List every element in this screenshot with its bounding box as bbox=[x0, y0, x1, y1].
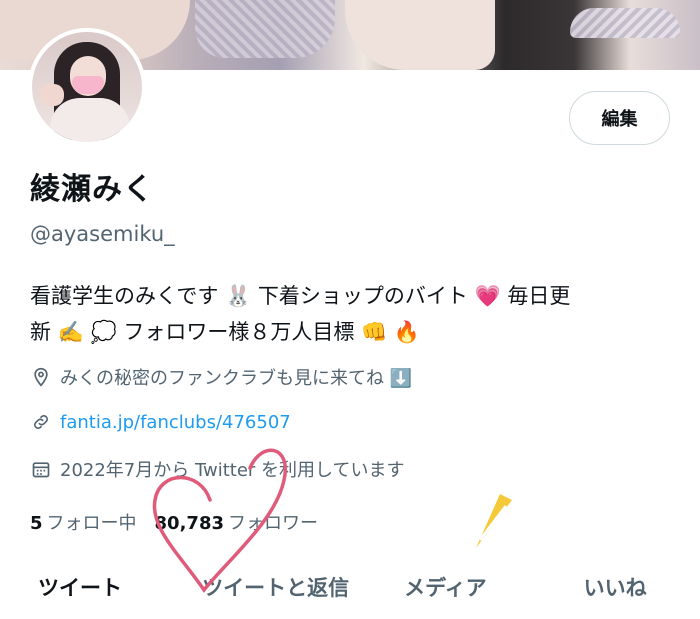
tab-tweets-and-replies[interactable]: ツイートと返信 bbox=[191, 560, 361, 619]
location-pin-icon bbox=[30, 366, 52, 388]
tab-media[interactable]: メディア bbox=[361, 560, 531, 619]
joined-row: 2022年7月から Twitter を利用しています bbox=[30, 456, 405, 482]
edit-profile-button[interactable]: 編集 bbox=[569, 91, 670, 145]
avatar[interactable] bbox=[28, 28, 146, 146]
link-icon bbox=[30, 411, 52, 433]
following-label: フォロー中 bbox=[46, 513, 137, 534]
website-row: fantia.jp/fanclubs/476507 bbox=[30, 411, 291, 433]
joined-text: 2022年7月から Twitter を利用しています bbox=[60, 460, 405, 481]
banner-photo-part bbox=[195, 0, 335, 58]
location-text: みくの秘密のファンクラブも見に来てね ⬇️ bbox=[60, 368, 413, 389]
bio-line: 新 ✍️ 💭 フォロワー様８万人目標 👊 🔥 bbox=[30, 320, 420, 344]
profile-bio: 看護学生のみくです 🐰 下着ショップのバイト 💗 毎日更 新 ✍️ 💭 フォロワ… bbox=[30, 278, 670, 350]
banner-photo-part bbox=[345, 0, 495, 70]
party-popper-icon bbox=[476, 494, 512, 548]
display-name: 綾瀬みく bbox=[30, 172, 154, 207]
followers-count: 80,783 bbox=[154, 513, 224, 534]
tab-tweets[interactable]: ツイート bbox=[0, 560, 191, 619]
following-count: 5 bbox=[30, 513, 43, 534]
calendar-icon bbox=[30, 458, 52, 480]
tab-likes[interactable]: いいね bbox=[530, 560, 700, 619]
following-link[interactable]: 5 フォロー中 bbox=[30, 509, 137, 535]
follow-stats: 5 フォロー中 80,783 フォロワー bbox=[30, 509, 318, 535]
followers-link[interactable]: 80,783 フォロワー bbox=[155, 509, 318, 535]
location-row: みくの秘密のファンクラブも見に来てね ⬇️ bbox=[30, 364, 412, 390]
followers-label: フォロワー bbox=[228, 513, 318, 534]
username-handle: @ayasemiku_ bbox=[30, 222, 175, 246]
bio-line: 看護学生のみくです 🐰 下着ショップのバイト 💗 毎日更 bbox=[30, 284, 571, 308]
banner-photo-part bbox=[570, 8, 680, 38]
profile-tabs: ツイート ツイートと返信 メディア いいね bbox=[0, 560, 700, 619]
website-link[interactable]: fantia.jp/fanclubs/476507 bbox=[60, 412, 291, 433]
